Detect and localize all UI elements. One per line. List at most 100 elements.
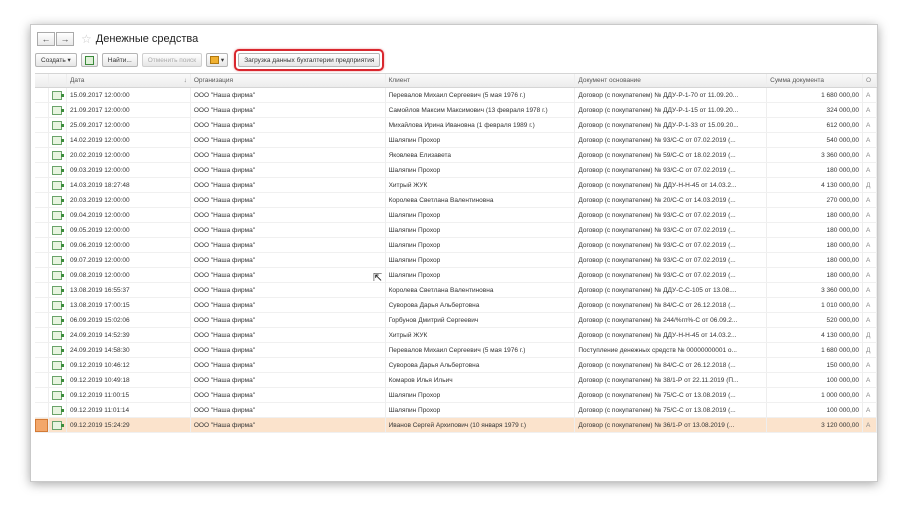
cell-extra[interactable]: А (863, 223, 877, 237)
cell-extra[interactable]: А (863, 268, 877, 282)
column-sum[interactable]: Сумма документа (767, 74, 864, 87)
cell-client[interactable]: Яковлева Елизавета (386, 148, 576, 162)
cell-organization[interactable]: ООО "Наша фирма" (191, 328, 386, 342)
cell-client[interactable]: Михайлова Ирина Ивановна (1 февраля 1989… (386, 118, 576, 132)
cell-extra[interactable]: А (863, 163, 877, 177)
cell-client[interactable]: Королева Светлана Валентиновна (386, 193, 576, 207)
table-row[interactable]: 09.07.2019 12:00:00 ООО "Наша фирма" Шаляп… (35, 253, 877, 268)
cell-date[interactable]: 24.09.2019 14:58:30 (67, 343, 191, 357)
cell-date[interactable]: 09.12.2019 10:46:12 (67, 358, 191, 372)
table-row[interactable]: 09.12.2019 15:24:29 ООО "Наша фирма" Ивано… (35, 418, 877, 433)
table-row[interactable]: 09.06.2019 12:00:00 ООО "Наша фирма" Шаляп… (35, 238, 877, 253)
cell-document[interactable]: Договор (с покупателем) № 93/С-С от 07.0… (575, 253, 768, 267)
cell-client[interactable]: Шаляпин Прохор (386, 253, 576, 267)
cell-client[interactable]: Шаляпин Прохор (386, 223, 576, 237)
cell-date[interactable]: 15.09.2017 12:00:00 (67, 88, 191, 102)
cell-sum[interactable]: 180 000,00 (767, 163, 864, 177)
print-menu-button[interactable]: ▾ (206, 53, 229, 67)
cell-document[interactable]: Поступление денежных средств № 000000000… (575, 343, 768, 357)
cell-sum[interactable]: 4 130 000,00 (767, 328, 864, 342)
cell-date[interactable]: 14.03.2019 18:27:48 (67, 178, 191, 192)
cell-date[interactable]: 13.08.2019 17:00:15 (67, 298, 191, 312)
cell-sum[interactable]: 180 000,00 (767, 253, 864, 267)
cell-sum[interactable]: 3 360 000,00 (767, 148, 864, 162)
column-extra[interactable]: О (863, 74, 877, 87)
cell-extra[interactable]: А (863, 298, 877, 312)
table-row[interactable]: 09.12.2019 11:01:14 ООО "Наша фирма" Шаляп… (35, 403, 877, 418)
back-button[interactable]: ← (37, 32, 55, 46)
cell-organization[interactable]: ООО "Наша фирма" (191, 238, 386, 252)
cell-date[interactable]: 20.02.2019 12:00:00 (67, 148, 191, 162)
cell-date[interactable]: 09.06.2019 12:00:00 (67, 238, 191, 252)
table-row[interactable]: 09.08.2019 12:00:00 ООО "Наша фирма" Шаляп… (35, 268, 877, 283)
cell-client[interactable]: Шаляпин Прохор (386, 403, 576, 417)
table-row[interactable]: 20.02.2019 12:00:00 ООО "Наша фирма" Яковл… (35, 148, 877, 163)
cell-sum[interactable]: 180 000,00 (767, 268, 864, 282)
cell-client[interactable]: Шаляпин Прохор (386, 238, 576, 252)
cell-extra[interactable]: А (863, 388, 877, 402)
cell-document[interactable]: Договор (с покупателем) № 36/1-Р от 13.0… (575, 418, 768, 432)
cell-organization[interactable]: ООО "Наша фирма" (191, 193, 386, 207)
create-button[interactable]: Создать ▾ (35, 53, 77, 67)
cell-date[interactable]: 24.09.2019 14:52:39 (67, 328, 191, 342)
cell-client[interactable]: Иванов Сергей Архипович (10 января 1979 … (386, 418, 576, 432)
cell-sum[interactable]: 3 360 000,00 (767, 283, 864, 297)
cell-sum[interactable]: 3 120 000,00 (767, 418, 864, 432)
cell-organization[interactable]: ООО "Наша фирма" (191, 418, 386, 432)
cell-document[interactable]: Договор (с покупателем) № 93/С-С от 07.0… (575, 223, 768, 237)
cell-date[interactable]: 09.03.2019 12:00:00 (67, 163, 191, 177)
cell-date[interactable]: 25.09.2017 12:00:00 (67, 118, 191, 132)
cell-sum[interactable]: 1 680 000,00 (767, 343, 864, 357)
cell-sum[interactable]: 1 680 000,00 (767, 88, 864, 102)
cell-document[interactable]: Договор (с покупателем) № ДДУ-Р-1-33 от … (575, 118, 768, 132)
cell-document[interactable]: Договор (с покупателем) № ДДУ-Н-Н-45 от … (575, 178, 768, 192)
cell-extra[interactable]: А (863, 418, 877, 432)
table-row[interactable]: 14.03.2019 18:27:48 ООО "Наша фирма" Хитры… (35, 178, 877, 193)
cell-client[interactable]: Шаляпин Прохор (386, 388, 576, 402)
cell-organization[interactable]: ООО "Наша фирма" (191, 253, 386, 267)
cell-document[interactable]: Договор (с покупателем) № ДДУ-Р-1-70 от … (575, 88, 768, 102)
cell-sum[interactable]: 150 000,00 (767, 358, 864, 372)
cell-extra[interactable]: А (863, 193, 877, 207)
find-button[interactable]: Найти... (101, 53, 138, 67)
cell-sum[interactable]: 540 000,00 (767, 133, 864, 147)
refresh-button[interactable] (80, 53, 98, 67)
cell-document[interactable]: Договор (с покупателем) № 59/С-С от 18.0… (575, 148, 768, 162)
cell-document[interactable]: Договор (с покупателем) № 75/С-С от 13.0… (575, 388, 768, 402)
cell-sum[interactable]: 520 000,00 (767, 313, 864, 327)
cell-extra[interactable]: А (863, 148, 877, 162)
cell-sum[interactable]: 4 130 000,00 (767, 178, 864, 192)
cell-organization[interactable]: ООО "Наша фирма" (191, 313, 386, 327)
cell-date[interactable]: 14.02.2019 12:00:00 (67, 133, 191, 147)
cell-date[interactable]: 09.05.2019 12:00:00 (67, 223, 191, 237)
cell-organization[interactable]: ООО "Наша фирма" (191, 88, 386, 102)
cell-sum[interactable]: 612 000,00 (767, 118, 864, 132)
cell-document[interactable]: Договор (с покупателем) № 84/С-С от 26.1… (575, 358, 768, 372)
cell-document[interactable]: Договор (с покупателем) № 93/С-С от 07.0… (575, 268, 768, 282)
cell-client[interactable]: Самойлов Максим Максимович (13 февраля 1… (386, 103, 576, 117)
table-row[interactable]: 25.09.2017 12:00:00 ООО "Наша фирма" Михай… (35, 118, 877, 133)
cell-client[interactable]: Хитрый ЖУК (386, 328, 576, 342)
cell-client[interactable]: Королева Светлана Валентиновна (386, 283, 576, 297)
cell-document[interactable]: Договор (с покупателем) № ДДУ-Р-1-15 от … (575, 103, 768, 117)
cell-organization[interactable]: ООО "Наша фирма" (191, 103, 386, 117)
cell-document[interactable]: Договор (с покупателем) № 75/С-С от 13.0… (575, 403, 768, 417)
table-row[interactable]: 09.03.2019 12:00:00 ООО "Наша фирма" Шаляп… (35, 163, 877, 178)
cell-client[interactable]: Хитрый ЖУК (386, 178, 576, 192)
cell-client[interactable]: Горбунов Дмитрий Сергеевич (386, 313, 576, 327)
cell-sum[interactable]: 180 000,00 (767, 238, 864, 252)
cell-document[interactable]: Договор (с покупателем) № 93/С-С от 07.0… (575, 238, 768, 252)
cell-document[interactable]: Договор (с покупателем) № ДДУ-Н-Н-45 от … (575, 328, 768, 342)
cell-extra[interactable]: Д (863, 328, 877, 342)
column-organization[interactable]: Организация (191, 74, 386, 87)
cell-extra[interactable]: Д (863, 343, 877, 357)
cell-organization[interactable]: ООО "Наша фирма" (191, 133, 386, 147)
table-row[interactable]: 09.12.2019 11:00:15 ООО "Наша фирма" Шаляп… (35, 388, 877, 403)
cell-organization[interactable]: ООО "Наша фирма" (191, 298, 386, 312)
cell-sum[interactable]: 1 000 000,00 (767, 388, 864, 402)
cell-organization[interactable]: ООО "Наша фирма" (191, 268, 386, 282)
cell-document[interactable]: Договор (с покупателем) № 93/С-С от 07.0… (575, 208, 768, 222)
cell-date[interactable]: 21.09.2017 12:00:00 (67, 103, 191, 117)
table-row[interactable]: 15.09.2017 12:00:00 ООО "Наша фирма" Перев… (35, 88, 877, 103)
cell-date[interactable]: 09.07.2019 12:00:00 (67, 253, 191, 267)
